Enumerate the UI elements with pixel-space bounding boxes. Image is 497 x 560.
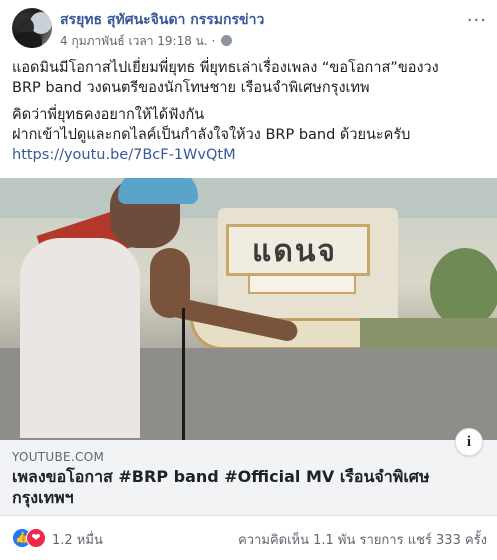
- post-text-line: คิดว่าพี่ยุทธคงอยากให้ได้ฟังกัน: [12, 107, 205, 123]
- link-preview[interactable]: i YOUTUBE.COM เพลงขอโอกาส #BRP band #Off…: [0, 428, 497, 516]
- post-text-line: BRP band วงดนตรีของนักโทษชาย เรือนจำพิเศ…: [12, 80, 370, 96]
- info-icon[interactable]: i: [455, 428, 483, 456]
- meta-separator: ·: [211, 34, 216, 48]
- preview-title[interactable]: เพลงขอโอกาส #BRP band #Official MV เรือน…: [12, 466, 482, 508]
- author-name[interactable]: สรยุทธ สุทัศนะจินดา กรรมกรข่าว: [60, 9, 264, 31]
- tree: [430, 248, 497, 328]
- more-options-icon[interactable]: ···: [467, 10, 487, 31]
- post-meta: 4 กุมภาพันธ์ เวลา 19:18 น. ·: [60, 32, 233, 51]
- avatar[interactable]: [12, 8, 52, 48]
- singer-cap: [118, 178, 198, 204]
- comments-shares-count[interactable]: ความคิดเห็น 1.1 พัน รายการ แชร์ 333 ครั้…: [238, 529, 487, 550]
- microphone-cable: [182, 308, 185, 440]
- post-link[interactable]: https://youtu.be/7BcF-1WvQtM: [12, 147, 236, 163]
- love-icon: ❤: [26, 528, 46, 548]
- reaction-count[interactable]: 1.2 หมื่น: [52, 529, 103, 550]
- preview-domain: YOUTUBE.COM: [12, 450, 105, 464]
- post-text-line: แอดมินมีโอกาสไปเยี่ยมพี่ยุทธ พี่ยุทธเล่า…: [12, 60, 439, 76]
- post-footer: 👍 ❤ 1.2 หมื่น ความคิดเห็น 1.1 พัน รายการ…: [12, 526, 487, 550]
- video-thumbnail[interactable]: แดนจ: [0, 178, 497, 440]
- preview-title-line: กรุงเทพฯ: [12, 488, 74, 507]
- post-header: สรยุทธ สุทัศนะจินดา กรรมกรข่าว 4 กุมภาพั…: [12, 8, 487, 52]
- singer-body: [20, 238, 140, 438]
- sign-text: แดนจ: [252, 234, 337, 269]
- preview-title-line: เพลงขอโอกาส #BRP band #Official MV เรือน…: [12, 467, 430, 486]
- post-text: แอดมินมีโอกาสไปเยี่ยมพี่ยุทธ พี่ยุทธเล่า…: [12, 58, 487, 172]
- post-timestamp[interactable]: 4 กุมภาพันธ์ เวลา 19:18 น.: [60, 34, 208, 48]
- sign-plaque: [248, 274, 356, 294]
- post-text-line: ฝากเข้าไปดูและกดไลค์เป็นกำลังใจให้วง BRP…: [12, 127, 411, 143]
- globe-icon[interactable]: [221, 35, 233, 46]
